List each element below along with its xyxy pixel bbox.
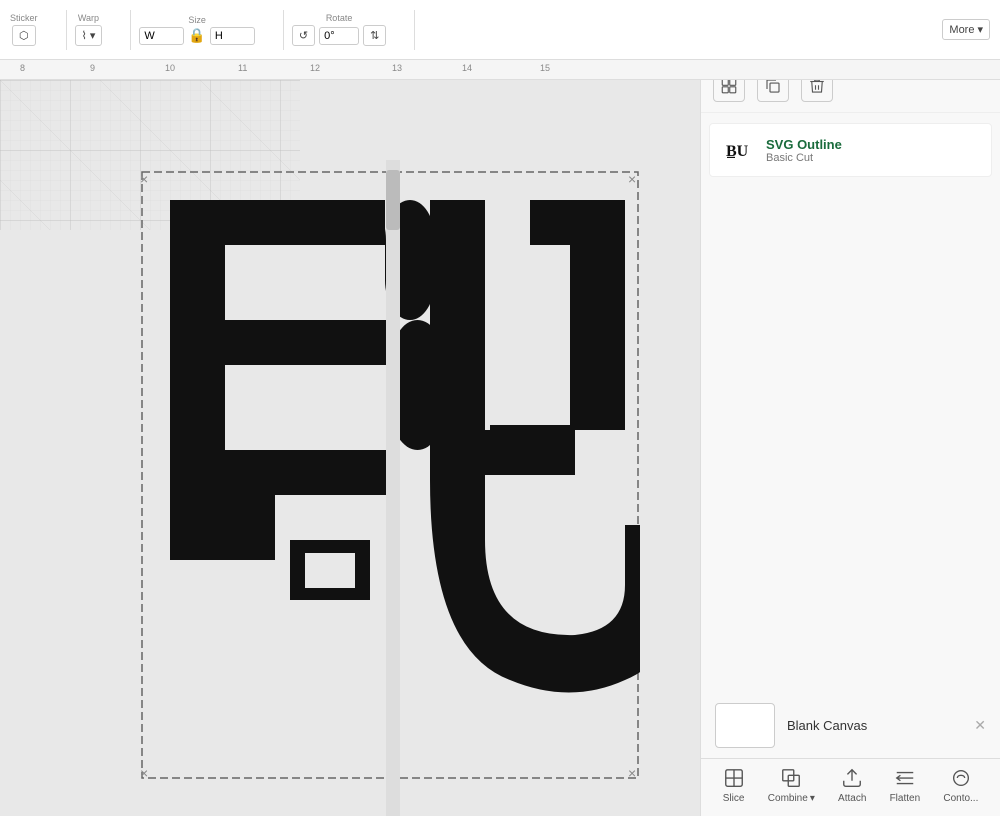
ruler-top: 8 9 10 11 12 13 14 15 [0,60,1000,80]
layer-thumb: B̲U [724,134,756,166]
sticker-group: Sticker ⬡ [10,13,38,46]
rotate-inputs: ↺ ⇅ [292,25,386,46]
top-toolbar: Sticker ⬡ Warp ⌇▾ Size 🔒 Rotate ↺ ⇅ [0,0,1000,60]
warp-label: Warp [78,13,99,23]
flatten-label: Flatten [890,793,921,804]
combine-arrow: ▾ [810,793,815,804]
layer-info: SVG Outline Basic Cut [766,137,977,164]
canvas-scrollbar-thumb[interactable] [386,170,400,230]
ruler-num-10: 10 [165,63,175,73]
divider-4 [414,10,415,50]
svg-text:×: × [140,765,148,780]
more-group: More ▾ [942,19,990,40]
more-arrow-icon: ▾ [977,23,983,36]
layer-name: SVG Outline [766,137,977,152]
rotate-ccw-button[interactable]: ↺ [292,25,315,46]
flatten-tool[interactable]: Flatten [890,767,921,804]
combine-tool[interactable]: Combine ▾ [768,767,815,804]
more-label: More [949,24,974,36]
slice-label: Slice [723,793,745,804]
contour-tool[interactable]: Conto... [943,767,978,804]
blank-canvas-label: Blank Canvas [787,718,867,733]
svg-text:B̲U: B̲U [726,143,749,160]
rotate-label: Rotate [326,13,353,23]
layer-preview-icon: B̲U [724,134,756,166]
sticker-label: Sticker [10,13,38,23]
width-input[interactable] [139,27,184,45]
size-group: Size 🔒 [139,15,254,45]
lock-icon: 🔒 [188,27,205,44]
layer-item-svg-outline[interactable]: B̲U SVG Outline Basic Cut [709,123,992,177]
svg-text:×: × [628,765,636,780]
attach-tool[interactable]: Attach [838,767,866,804]
rotate-arrows-button[interactable]: ⇅ [363,25,386,46]
svg-text:×: × [628,171,636,187]
sticker-icon: ⬡ [19,29,29,42]
attach-label: Attach [838,793,866,804]
height-input[interactable] [210,27,255,45]
rotate-input[interactable] [319,27,359,45]
right-panel: Layers Color Sync ✕ [700,0,1000,816]
layers-content: B̲U SVG Outline Basic Cut [701,113,1000,693]
contour-icon [950,767,972,789]
ruler-num-15: 15 [540,63,550,73]
blank-canvas-close-button[interactable]: ✕ [974,717,986,734]
contour-label: Conto... [943,793,978,804]
ruler-num-11: 11 [238,63,247,73]
bottom-toolbar: Slice Combine ▾ Attach [701,758,1000,816]
combine-label: Combine [768,793,808,804]
blank-canvas-thumb [715,703,775,748]
rotate-group: Rotate ↺ ⇅ [292,13,386,46]
layer-sub: Basic Cut [766,152,977,164]
svg-text:×: × [140,171,148,187]
warp-button[interactable]: ⌇▾ [75,25,103,46]
slice-tool[interactable]: Slice [723,767,745,804]
combine-label-group: Combine ▾ [768,793,815,804]
ruler-num-12: 12 [310,63,320,73]
sticker-button[interactable]: ⬡ [12,25,36,46]
flatten-icon [894,767,916,789]
canvas-area[interactable]: × × × × [0,80,700,816]
ruler-num-8: 8 [20,63,25,73]
attach-icon [841,767,863,789]
more-button[interactable]: More ▾ [942,19,990,40]
divider-3 [283,10,284,50]
ruler-num-13: 13 [392,63,402,73]
canvas-scrollbar[interactable] [386,160,400,816]
divider-2 [130,10,131,50]
size-label: Size [188,15,206,25]
warp-group: Warp ⌇▾ [75,13,103,46]
ruler-num-14: 14 [462,63,472,73]
warp-icon: ⌇ [82,29,87,42]
blank-canvas-section: Blank Canvas ✕ [701,693,1000,758]
divider-1 [66,10,67,50]
combine-icon [780,767,802,789]
ruler-num-9: 9 [90,63,95,73]
size-inputs: 🔒 [139,27,254,45]
slice-icon [723,767,745,789]
